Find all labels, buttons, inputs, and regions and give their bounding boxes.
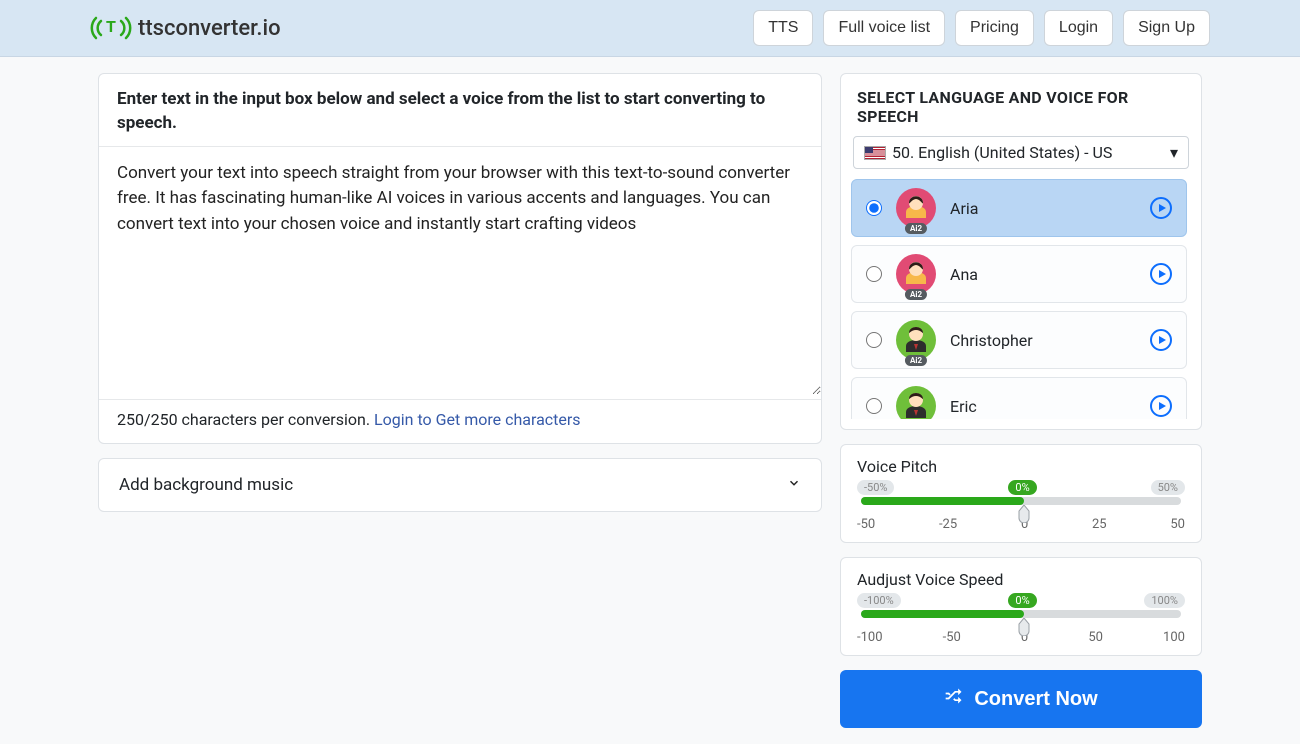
nav-signup[interactable]: Sign Up: [1123, 10, 1210, 46]
speed-slider-fill: [861, 610, 1024, 618]
shuffle-icon: [944, 686, 964, 712]
text-input-card: Enter text in the input box below and se…: [98, 73, 822, 444]
login-more-chars-link[interactable]: Login to Get more characters: [374, 410, 581, 429]
voice-avatar-icon: Ai2: [896, 320, 936, 360]
pitch-min-mark: -50%: [857, 480, 894, 495]
convert-button-label: Convert Now: [974, 688, 1097, 711]
voice-avatar-icon: Ai2: [896, 254, 936, 294]
voice-panel-title: SELECT LANGUAGE AND VOICE FOR SPEECH: [841, 74, 1201, 136]
tick-label: -100: [857, 630, 883, 645]
voice-radio[interactable]: [866, 398, 882, 414]
nav-pricing[interactable]: Pricing: [955, 10, 1034, 46]
voice-speed-title: Audjust Voice Speed: [857, 570, 1185, 589]
voice-list[interactable]: Ai2 Aria Ai2 Ana Ai2 Christopher Ai2 Eri…: [851, 179, 1197, 419]
voice-pitch-card: Voice Pitch -50% 0% 50% -50-2502550: [840, 444, 1202, 543]
voice-name-label: Eric: [950, 397, 1136, 416]
pitch-max-mark: 50%: [1151, 480, 1185, 495]
pitch-center-mark: 0%: [1008, 480, 1036, 495]
voice-option-aria[interactable]: Ai2 Aria: [851, 179, 1187, 237]
voice-option-ana[interactable]: Ai2 Ana: [851, 245, 1187, 303]
brand-name: ttsconverter.io: [138, 16, 281, 41]
pitch-slider-fill: [861, 497, 1024, 505]
play-preview-icon[interactable]: [1150, 263, 1172, 285]
tick-label: -50: [857, 517, 875, 532]
svg-text:T: T: [106, 17, 116, 36]
topbar: T ttsconverter.io TTS Full voice list Pr…: [0, 0, 1300, 57]
nav-tts[interactable]: TTS: [753, 10, 813, 46]
nav-full-voice-list[interactable]: Full voice list: [823, 10, 945, 46]
pitch-slider-track[interactable]: [861, 497, 1181, 505]
play-preview-icon[interactable]: [1150, 329, 1172, 351]
language-select[interactable]: 50. English (United States) - US ▾: [853, 136, 1189, 169]
speed-slider-thumb[interactable]: [1017, 618, 1031, 640]
language-selected: 50. English (United States) - US: [892, 143, 1112, 162]
play-preview-icon[interactable]: [1150, 197, 1172, 219]
voice-option-christopher[interactable]: Ai2 Christopher: [851, 311, 1187, 369]
page: Enter text in the input box below and se…: [90, 73, 1210, 728]
tick-label: 100: [1163, 630, 1185, 645]
tick-label: -25: [939, 517, 957, 532]
play-preview-icon[interactable]: [1150, 395, 1172, 417]
tick-label: -50: [943, 630, 961, 645]
chevron-down-icon: [787, 475, 801, 495]
voice-avatar-icon: Ai2: [896, 386, 936, 419]
instruction-text: Enter text in the input box below and se…: [99, 74, 821, 147]
char-counter: 250/250 characters per conversion. Login…: [99, 399, 821, 443]
speed-center-mark: 0%: [1008, 593, 1036, 608]
bg-music-label: Add background music: [119, 475, 293, 495]
voice-pitch-title: Voice Pitch: [857, 457, 1185, 476]
speed-slider-track[interactable]: [861, 610, 1181, 618]
dropdown-caret-icon: ▾: [1170, 143, 1178, 162]
right-column: SELECT LANGUAGE AND VOICE FOR SPEECH 50.…: [840, 73, 1202, 728]
brand[interactable]: T ttsconverter.io: [90, 12, 281, 44]
text-input[interactable]: [99, 147, 821, 395]
voice-name-label: Christopher: [950, 331, 1136, 350]
voice-panel: SELECT LANGUAGE AND VOICE FOR SPEECH 50.…: [840, 73, 1202, 430]
voice-radio[interactable]: [866, 332, 882, 348]
char-counter-text: 250/250 characters per conversion.: [117, 410, 374, 429]
voice-option-eric[interactable]: Ai2 Eric: [851, 377, 1187, 419]
convert-now-button[interactable]: Convert Now: [840, 670, 1202, 728]
voice-avatar-icon: Ai2: [896, 188, 936, 228]
pitch-slider-thumb[interactable]: [1017, 505, 1031, 527]
left-column: Enter text in the input box below and se…: [98, 73, 822, 728]
add-bg-music[interactable]: Add background music: [98, 458, 822, 512]
nav: TTS Full voice list Pricing Login Sign U…: [753, 10, 1210, 46]
speed-min-mark: -100%: [857, 593, 901, 608]
nav-login[interactable]: Login: [1044, 10, 1113, 46]
voice-name-label: Ana: [950, 265, 1136, 284]
voice-speed-card: Audjust Voice Speed -100% 0% 100% -100 -5…: [840, 557, 1202, 656]
tick-label: 25: [1092, 517, 1107, 532]
brand-logo-icon: T: [90, 12, 132, 44]
voice-radio[interactable]: [866, 266, 882, 282]
speed-max-mark: 100%: [1144, 593, 1185, 608]
voice-radio[interactable]: [866, 200, 882, 216]
tick-label: 50: [1170, 517, 1185, 532]
voice-name-label: Aria: [950, 199, 1136, 218]
flag-us-icon: [864, 146, 886, 160]
tick-label: 50: [1088, 630, 1103, 645]
